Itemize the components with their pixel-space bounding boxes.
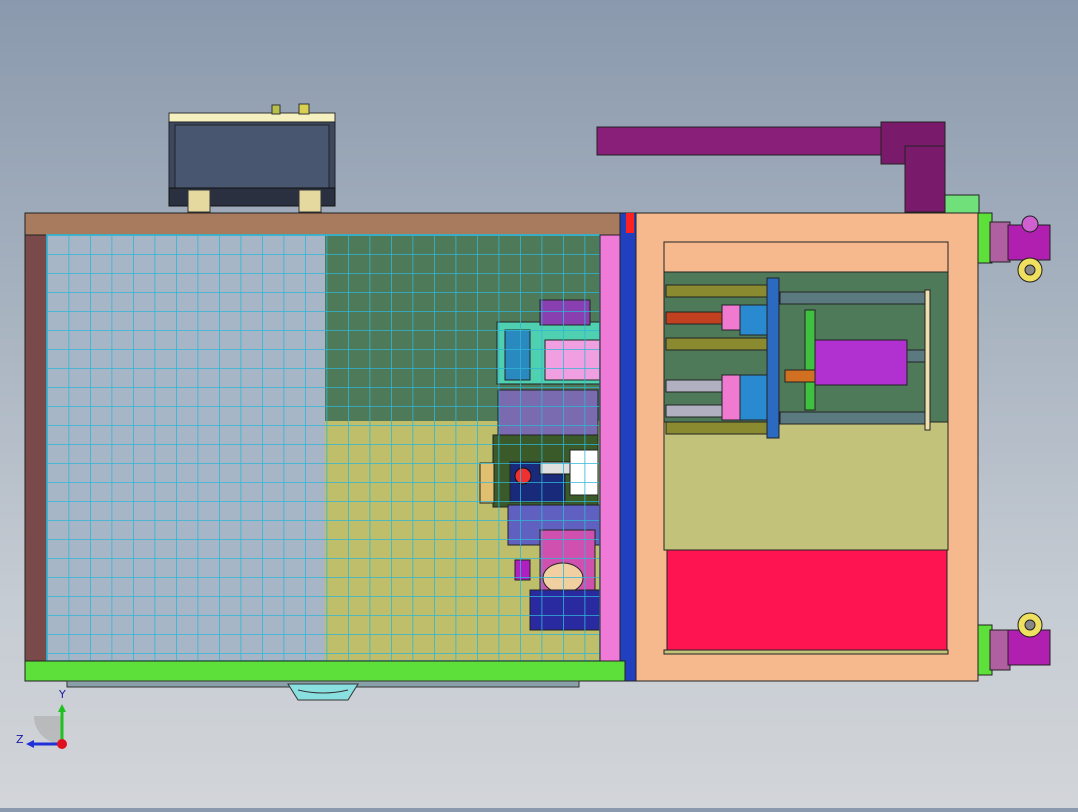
model-drawing[interactable] (0, 0, 1078, 808)
frame-left-rail (24, 234, 48, 662)
handle (287, 683, 359, 701)
coordinate-triad (26, 704, 67, 749)
frame-bottom-rail (24, 660, 626, 682)
cabinet (635, 212, 979, 682)
z-axis-label: Z (16, 733, 24, 746)
safety-mesh (47, 235, 600, 661)
origin-icon (57, 739, 67, 749)
cad-viewport[interactable]: Y Z (0, 0, 1078, 808)
caster-bottom (977, 612, 1051, 676)
control-box (168, 103, 336, 213)
caster-top (977, 212, 1051, 283)
y-axis-label: Y (59, 688, 66, 701)
pink-panel (599, 234, 621, 662)
cylinder-pipe (596, 121, 980, 216)
frame-top-rail (24, 212, 626, 236)
red-panel (666, 549, 948, 651)
